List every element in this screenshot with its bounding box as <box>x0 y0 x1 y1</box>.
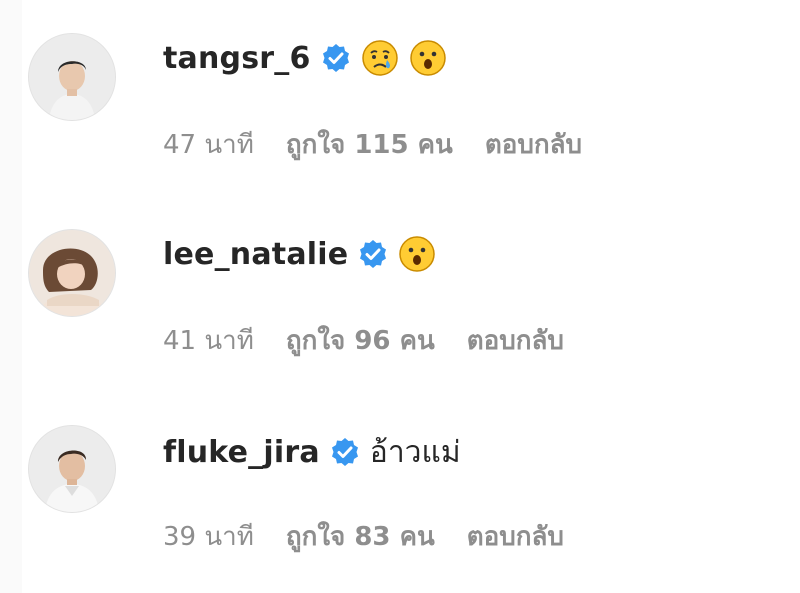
avatar[interactable] <box>28 33 116 121</box>
comment-timestamp: 47 นาที <box>163 129 254 160</box>
verified-badge-icon <box>358 239 388 269</box>
reply-button[interactable]: ตอบกลับ <box>485 124 582 165</box>
verified-badge-icon <box>330 437 360 467</box>
avatar[interactable] <box>28 229 116 317</box>
verified-badge-icon <box>321 43 351 73</box>
avatar[interactable] <box>28 425 116 513</box>
username[interactable]: fluke_jira <box>163 435 320 470</box>
username[interactable]: tangsr_6 <box>163 41 311 76</box>
avatar-man-1-image <box>29 34 115 120</box>
surprised-face-emoji-icon <box>398 235 436 273</box>
surprised-face-emoji-icon <box>409 39 447 77</box>
likes-count[interactable]: ถูกใจ 115 คน <box>286 124 453 165</box>
crying-face-emoji-icon <box>361 39 399 77</box>
likes-count[interactable]: ถูกใจ 83 คน <box>286 516 435 557</box>
reply-button[interactable]: ตอบกลับ <box>467 516 564 557</box>
comment-timestamp: 41 นาที <box>163 325 254 356</box>
comment-item: fluke_jira อ้าวแม่ 39 นาที ถูกใจ 83 คน ต… <box>0 392 800 588</box>
avatar-man-2-image <box>29 426 115 512</box>
avatar-woman-image <box>29 230 115 316</box>
comment-text: อ้าวแม่ <box>369 434 461 470</box>
likes-count[interactable]: ถูกใจ 96 คน <box>286 320 435 361</box>
comment-timestamp: 39 นาที <box>163 521 254 552</box>
comment-item: lee_natalie 41 นาที ถูกใจ 96 คน ตอบกลับ <box>0 196 800 392</box>
username[interactable]: lee_natalie <box>163 237 348 272</box>
reply-button[interactable]: ตอบกลับ <box>467 320 564 361</box>
comment-item: tangsr_6 47 นาที ถูกใจ 115 คน ตอบกลับ <box>0 0 800 196</box>
